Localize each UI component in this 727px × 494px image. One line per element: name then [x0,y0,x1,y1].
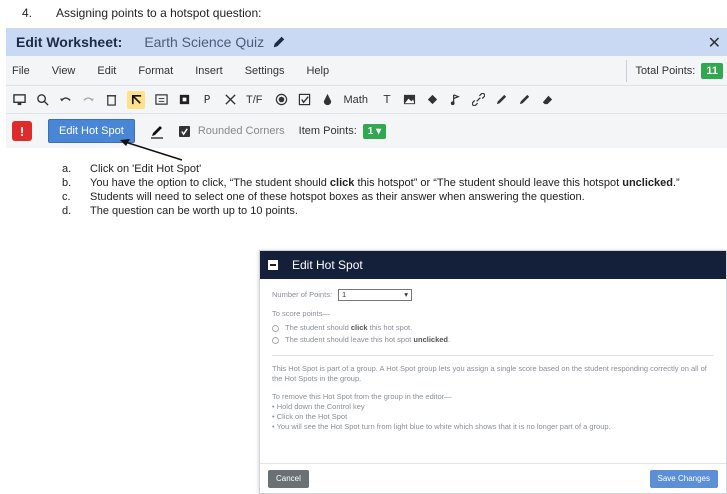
zoom-icon[interactable] [35,93,49,107]
math-tool[interactable]: Math [344,94,368,106]
total-points-label: Total Points: [635,64,696,77]
dialog-header: Edit Hot Spot [260,251,726,279]
menu-insert[interactable]: Insert [195,65,223,77]
total-points-badge: 11 [701,62,723,79]
menu-file[interactable]: File [12,65,30,77]
rounded-corners-checkbox[interactable] [178,125,190,137]
true-false-tool[interactable]: T/F [246,94,263,106]
alert-icon[interactable]: ! [12,121,32,141]
item-points-dropdown[interactable]: 1 ▾ [362,123,387,139]
option-unclicked-radio[interactable]: The student should leave this hot spot u… [272,335,714,345]
cancel-button[interactable]: Cancel [268,469,309,488]
audio-icon[interactable] [449,93,463,107]
number-of-points-select[interactable]: 1 ▾ [338,289,413,301]
toolbar: P T/F Math T [6,86,727,114]
text-tool-icon[interactable]: T [380,93,394,107]
editor-window: Edit Worksheet: Earth Science Quiz ✕ Fil… [6,28,727,148]
menu-format[interactable]: Format [138,65,173,77]
pen-icon[interactable] [495,93,509,107]
edit-title-pencil-icon[interactable] [272,35,286,49]
app-title: Edit Worksheet: [16,34,123,50]
edit-hot-spot-button[interactable]: Edit Hot Spot [48,119,135,143]
chevron-down-icon: ▾ [404,290,409,299]
document-title[interactable]: Earth Science Quiz [144,34,264,50]
hotspot-properties-bar: ! Edit Hot Spot Rounded Corners Item Poi… [6,114,727,148]
step-heading: 4. Assigning points to a hotspot question… [22,6,261,20]
fill-bucket-icon[interactable] [426,93,440,107]
paragraph-icon[interactable]: P [200,93,214,107]
eraser-icon[interactable] [541,93,555,107]
preview-icon[interactable] [12,93,26,107]
step-text: Assigning points to a hotspot question: [56,6,262,20]
list-item: d. The question can be worth up to 10 po… [62,205,298,217]
step-number: 4. [22,6,33,20]
menu-settings[interactable]: Settings [245,65,285,77]
to-score-label: To score points— [272,309,330,318]
dialog-footer: Cancel Save Changes [260,463,726,493]
total-points: Total Points: 11 [626,59,723,82]
undo-icon[interactable] [58,93,72,107]
menubar: File View Edit Format Insert Settings He… [6,56,727,86]
radio-tool-icon[interactable] [275,93,289,107]
image-icon[interactable] [403,93,417,107]
number-of-points-label: Number of Points: [272,290,333,299]
number-of-points-row: Number of Points: 1 ▾ [272,289,714,301]
marker-icon[interactable] [518,93,532,107]
dialog-body: Number of Points: 1 ▾ To score points— Th… [260,279,726,442]
instruction-list: a. Click on 'Edit Hot Spot' b. You have … [62,162,722,218]
redo-icon[interactable] [81,93,95,107]
remove-step: • Hold down the Control key [272,402,365,411]
collapse-icon[interactable] [268,260,278,270]
checkbox-tool-icon[interactable] [298,93,312,107]
link-icon[interactable] [472,93,486,107]
rounded-corners-label: Rounded Corners [197,125,285,137]
dialog-title: Edit Hot Spot [292,258,363,272]
item-points: Item Points: 1 ▾ [298,123,387,139]
menu-help[interactable]: Help [306,65,329,77]
list-item: b. You have the option to click, “The st… [62,177,680,189]
group-info-text: This Hot Spot is part of a group. A Hot … [272,364,707,383]
edit-pencil-icon[interactable] [149,123,165,139]
editor-titlebar: Edit Worksheet: Earth Science Quiz ✕ [6,28,727,56]
menu-edit[interactable]: Edit [97,65,116,77]
delete-icon[interactable] [104,93,118,107]
square-icon[interactable] [177,93,191,107]
select-arrow-icon[interactable] [127,90,145,109]
edit-hot-spot-dialog: Edit Hot Spot Number of Points: 1 ▾ To sc… [259,250,727,494]
save-changes-button[interactable]: Save Changes [649,469,718,488]
option-click-radio[interactable]: The student should click this hot spot. [272,323,714,333]
menu-view[interactable]: View [52,65,76,77]
item-points-label: Item Points: [298,125,357,137]
textbox-icon[interactable] [154,93,168,107]
dropper-icon[interactable] [321,93,335,107]
divider [272,355,714,356]
list-item: c. Students will need to select one of t… [62,191,585,203]
remove-heading: To remove this Hot Spot from the group i… [272,392,452,401]
list-item: a. Click on 'Edit Hot Spot' [62,163,202,175]
match-icon[interactable] [223,93,237,107]
remove-step: • Click on the Hot Spot [272,412,348,421]
remove-step: • You will see the Hot Spot turn from li… [272,422,611,431]
close-icon[interactable]: ✕ [708,33,721,52]
